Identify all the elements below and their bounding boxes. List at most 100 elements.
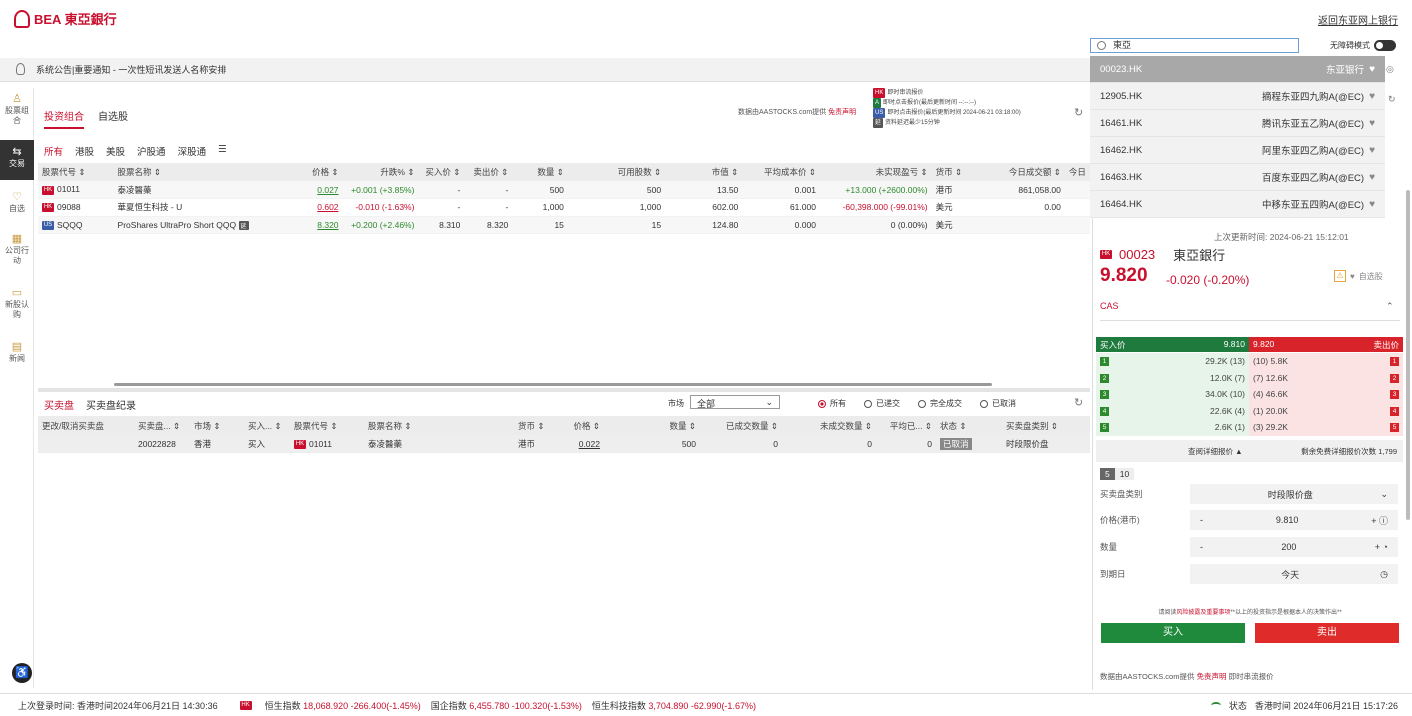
refresh-icon[interactable]: ↻ xyxy=(1074,396,1083,409)
ask-row[interactable]: (7) 12.6K 2 xyxy=(1249,370,1403,387)
col-header[interactable]: 卖出价 ⇕ xyxy=(464,163,513,181)
col-header[interactable]: 买卖盘类别 ⇕ xyxy=(1002,416,1090,435)
expiry-select[interactable]: 今天 ◷ xyxy=(1190,564,1398,584)
search-result-item[interactable]: 16464.HK 中移东亚五四购A(@EC) ♥ xyxy=(1090,191,1385,218)
refresh-icon[interactable]: ↻ xyxy=(1074,106,1083,119)
buy-button[interactable]: 买入 xyxy=(1101,623,1245,643)
col-header[interactable]: 未实现盈亏 ⇕ xyxy=(819,163,932,181)
bid-price[interactable]: 9.810 xyxy=(1224,339,1245,350)
radio-all[interactable]: 所有 xyxy=(818,398,846,409)
bid-row[interactable]: 5 2.6K (1) xyxy=(1096,419,1249,436)
accessibility-icon[interactable]: ♿ xyxy=(12,663,32,683)
col-header[interactable]: 股票名称 ⇕ xyxy=(113,163,264,181)
vertical-scrollbar[interactable] xyxy=(1406,190,1410,520)
bea-logo[interactable]: BEA 東亞銀行 xyxy=(14,9,117,28)
ask-price[interactable]: 9.820 xyxy=(1253,339,1274,350)
level-5-button[interactable]: 5 xyxy=(1100,468,1115,480)
price-value[interactable]: 9.810 xyxy=(1276,515,1299,525)
qty-value[interactable]: 200 xyxy=(1281,542,1296,552)
market-select[interactable]: 全部 ⌄ xyxy=(690,395,780,409)
sidebar-item-trade[interactable]: ⇆ 交易 xyxy=(0,140,34,180)
minus-button[interactable]: - xyxy=(1200,542,1203,552)
col-header[interactable]: 升跌% ⇕ xyxy=(342,163,419,181)
market-tab-sz-connect[interactable]: 深股通 xyxy=(178,144,207,158)
settings-icon[interactable]: ◎ xyxy=(1386,64,1394,75)
market-tab-us[interactable]: 美股 xyxy=(106,144,125,158)
search-result-item[interactable]: 16461.HK 腾讯东亚五乙购A(@EC) ♥ xyxy=(1090,110,1385,137)
col-header[interactable]: 今日成交额 ⇕ xyxy=(975,163,1065,181)
quantity-stepper[interactable]: - 200 + ◔ xyxy=(1190,537,1398,557)
order-type-select[interactable]: 时段限价盘 ⌄ xyxy=(1190,484,1398,504)
add-watchlist[interactable]: ⚠ ♥ 自选股 xyxy=(1334,270,1383,282)
tab-portfolio[interactable]: 投资组合 xyxy=(44,108,84,129)
tab-orders[interactable]: 买卖盘 xyxy=(44,397,74,412)
stock-search-input[interactable]: 東亞 xyxy=(1090,38,1299,53)
bid-row[interactable]: 2 12.0K (7) xyxy=(1096,370,1249,387)
chevron-up-icon[interactable]: ⌃ xyxy=(1386,301,1394,312)
col-header[interactable]: 未成交数量 ⇕ xyxy=(782,416,876,435)
level-10-button[interactable]: 10 xyxy=(1114,468,1135,480)
streaming-link[interactable]: 即时串流报价 xyxy=(1229,672,1274,681)
modify-cancel-cell[interactable] xyxy=(38,435,134,453)
col-header[interactable]: 货币 ⇕ xyxy=(514,416,562,435)
col-header[interactable]: 可用股数 ⇕ xyxy=(567,163,666,181)
sidebar-item-ipo[interactable]: ▭ 新股认购 xyxy=(0,288,34,320)
heart-icon[interactable]: ♥ xyxy=(1369,172,1375,183)
search-result-item[interactable]: 00023.HK 东亚银行 ♥ xyxy=(1090,56,1385,83)
col-header[interactable]: 更改/取消买卖盘 xyxy=(38,416,134,435)
price-link[interactable]: 0.602 xyxy=(317,202,338,212)
col-header[interactable]: 平均成本价 ⇕ xyxy=(742,163,820,181)
col-header[interactable]: 货币 ⇕ xyxy=(931,163,976,181)
heart-icon[interactable]: ♥ xyxy=(1369,118,1375,129)
col-header[interactable]: 股票代号 ⇕ xyxy=(290,416,364,435)
radio-filled[interactable]: 完全成交 xyxy=(918,398,962,409)
col-header[interactable]: 已成交数量 ⇕ xyxy=(700,416,782,435)
table-row[interactable]: 20022828 香港 买入 HK 01011 泰凌醫藥 港币 0.022 500… xyxy=(38,435,1090,453)
heart-icon[interactable]: ♥ xyxy=(1369,145,1375,156)
ask-row[interactable]: (4) 46.6K 3 xyxy=(1249,386,1403,403)
col-header[interactable]: 市值 ⇕ xyxy=(665,163,743,181)
radio-cancelled[interactable]: 已取消 xyxy=(980,398,1016,409)
col-header[interactable]: 买卖盘... ⇕ xyxy=(134,416,190,435)
col-header[interactable]: 买入... ⇕ xyxy=(244,416,290,435)
horizontal-scrollbar[interactable] xyxy=(114,383,992,386)
detailed-quote-link[interactable]: 查阅详细报价 ▲ xyxy=(1188,446,1243,457)
col-header[interactable]: 数量 ⇕ xyxy=(512,163,568,181)
search-result-item[interactable]: 16463.HK 百度东亚四乙购A(@EC) ♥ xyxy=(1090,164,1385,191)
plus-button[interactable]: + ◔ xyxy=(1375,542,1388,552)
market-tab-hk[interactable]: 港股 xyxy=(75,144,94,158)
bid-row[interactable]: 4 22.6K (4) xyxy=(1096,403,1249,420)
col-header[interactable]: 股票名称 ⇕ xyxy=(364,416,514,435)
radio-submitted[interactable]: 已递交 xyxy=(864,398,900,409)
sell-button[interactable]: 卖出 xyxy=(1255,623,1399,643)
price-link[interactable]: 0.022 xyxy=(579,439,600,449)
table-row[interactable]: HK 01011 泰凌醫藥 0.027 +0.001 (+3.85%) - - 5… xyxy=(38,181,1090,199)
tab-watchlist[interactable]: 自选股 xyxy=(98,108,128,129)
col-header[interactable]: 数量 ⇕ xyxy=(604,416,700,435)
refresh-icon[interactable]: ↻ xyxy=(1388,94,1396,105)
search-result-item[interactable]: 16462.HK 阿里东亚四乙购A(@EC) ♥ xyxy=(1090,137,1385,164)
ask-row[interactable]: (3) 29.2K 5 xyxy=(1249,419,1403,436)
barrier-free-toggle[interactable]: 无障碍模式 xyxy=(1330,40,1396,51)
col-header[interactable]: 买入价 ⇕ xyxy=(418,163,465,181)
ask-row[interactable]: (1) 20.0K 4 xyxy=(1249,403,1403,420)
tab-order-history[interactable]: 买卖盘纪录 xyxy=(86,397,136,412)
bid-row[interactable]: 3 34.0K (10) xyxy=(1096,386,1249,403)
heart-icon[interactable]: ♥ xyxy=(1369,91,1375,102)
menu-icon[interactable]: ☰ xyxy=(218,144,227,158)
toggle-switch[interactable] xyxy=(1374,40,1396,51)
sidebar-item-news[interactable]: ▤ 新闻 xyxy=(0,342,34,364)
disclaimer-link[interactable]: 免责声明 xyxy=(1197,672,1227,681)
col-header[interactable]: 股票代号 ⇕ xyxy=(38,163,114,181)
sidebar-item-corporate-action[interactable]: ▦ 公司行动 xyxy=(0,234,34,266)
col-header[interactable]: 平均已... ⇕ xyxy=(876,416,936,435)
minus-button[interactable]: - xyxy=(1200,515,1203,525)
col-header[interactable]: 价格 ⇕ xyxy=(562,416,604,435)
market-tab-sh-connect[interactable]: 沪股通 xyxy=(137,144,166,158)
col-header[interactable]: 状态 ⇕ xyxy=(936,416,1002,435)
sidebar-item-portfolio[interactable]: ♙ 股票组合 xyxy=(0,94,34,126)
system-notice-bar[interactable]: 系统公告|重要通知 - 一次性短讯发送人名称安排 xyxy=(0,58,1090,82)
alert-bell-icon[interactable]: ⚠ xyxy=(1334,270,1346,282)
price-stepper[interactable]: - 9.810 + ⓘ xyxy=(1190,510,1398,530)
search-result-item[interactable]: 12905.HK 摘程东亚四九购A(@EC) ♥ xyxy=(1090,83,1385,110)
